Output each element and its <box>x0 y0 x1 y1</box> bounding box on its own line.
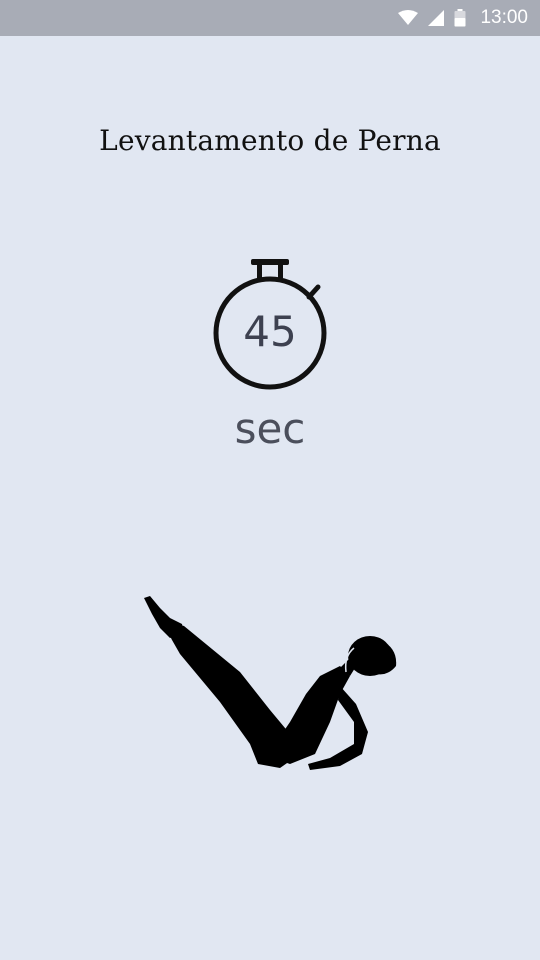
stopwatch-timer: 45 <box>205 255 335 395</box>
status-time: 13:00 <box>480 7 528 28</box>
battery-icon <box>454 9 466 27</box>
wifi-icon <box>398 10 419 26</box>
cell-signal-icon <box>428 10 445 26</box>
exercise-title: Levantamento de Perna <box>99 124 441 157</box>
timer-unit: sec <box>234 404 306 453</box>
v-sit-leg-raise-figure-icon <box>144 596 397 770</box>
status-bar: 13:00 <box>0 0 540 36</box>
timer-value: 45 <box>243 307 297 356</box>
exercise-illustration <box>140 594 400 774</box>
